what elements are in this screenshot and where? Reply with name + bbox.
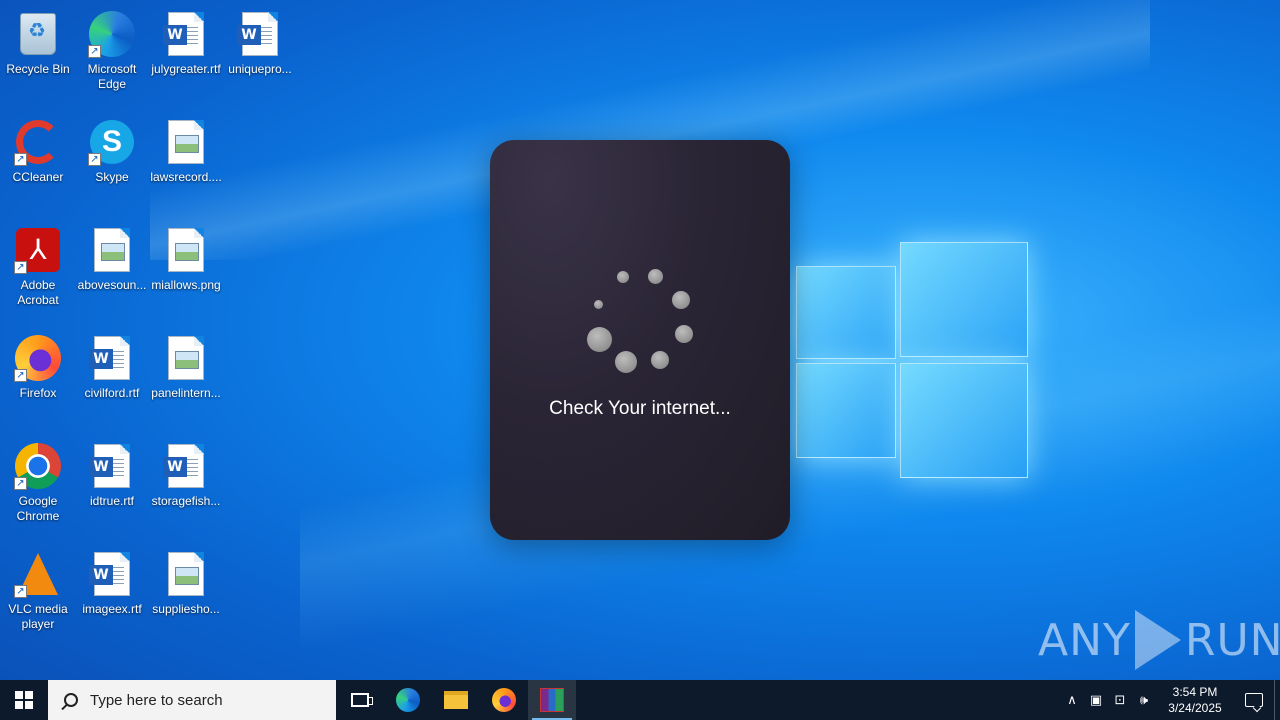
meet-now-icon[interactable]: ▣ — [1084, 680, 1108, 720]
desktop-icon-panelintern[interactable]: panelintern... — [148, 328, 224, 401]
desktop-icon-google-chrome[interactable]: ↗ Google Chrome — [0, 436, 76, 524]
taskbar-firefox-button[interactable] — [480, 680, 528, 720]
desktop-icon-label: Recycle Bin — [6, 62, 70, 76]
image-file-icon — [88, 226, 136, 274]
action-center-button[interactable] — [1234, 680, 1274, 720]
chrome-icon: ↗ — [14, 442, 62, 490]
network-icon[interactable]: ⊡ — [1108, 680, 1132, 720]
taskbar: Type here to search ∧ ▣ ⊡ 🕪 3:54 PM 3/24… — [0, 680, 1280, 720]
start-button[interactable] — [0, 680, 48, 720]
taskbar-edge-button[interactable] — [384, 680, 432, 720]
word-doc-icon: W — [88, 442, 136, 490]
desktop-icon-label: Google Chrome — [16, 494, 60, 523]
desktop-icon-skype[interactable]: S ↗ Skype — [74, 112, 150, 185]
clock-date: 3/24/2025 — [1168, 701, 1222, 715]
watermark-text-left: ANY — [1038, 614, 1131, 666]
desktop-icon-uniquepro[interactable]: W uniquepro... — [222, 4, 298, 77]
loading-spinner-icon — [490, 140, 790, 440]
desktop-icon-label: panelintern... — [151, 386, 221, 400]
firefox-icon — [492, 688, 516, 712]
system-tray: ∧ ▣ ⊡ 🕪 3:54 PM 3/24/2025 — [1060, 680, 1280, 720]
play-icon — [1134, 610, 1181, 670]
desktop-icon-label: Microsoft Edge — [87, 62, 137, 91]
desktop-icon-civilford[interactable]: W civilford.rtf — [74, 328, 150, 401]
ccleaner-icon: ↗ — [14, 118, 62, 166]
task-view-button[interactable] — [336, 680, 384, 720]
firefox-icon: ↗ — [14, 334, 62, 382]
search-icon — [64, 693, 78, 707]
desktop-icon-idtrue[interactable]: W idtrue.rtf — [74, 436, 150, 509]
winrar-icon — [540, 688, 564, 712]
desktop-icon-label: CCleaner — [12, 170, 64, 184]
edge-icon — [396, 688, 420, 712]
desktop-icon-label: Adobe Acrobat — [17, 278, 59, 307]
taskbar-search-box[interactable]: Type here to search — [48, 680, 336, 720]
desktop-icon-lawsrecord[interactable]: lawsrecord.... — [148, 112, 224, 185]
desktop-icon-label: abovesoun... — [77, 278, 147, 292]
skype-icon: S ↗ — [88, 118, 136, 166]
dialog-message: Check Your internet... — [549, 398, 731, 419]
recycle-bin-icon — [14, 10, 62, 58]
desktop-icon-label: idtrue.rtf — [89, 494, 134, 508]
desktop-icon-label: storagefish... — [151, 494, 221, 508]
task-view-icon — [351, 693, 373, 707]
desktop-icon-label: VLC media player — [8, 602, 68, 631]
desktop-icon-adobe-acrobat[interactable]: ⅄ ↗ Adobe Acrobat — [0, 220, 76, 308]
folder-icon — [444, 691, 468, 709]
word-doc-icon: W — [88, 334, 136, 382]
desktop-icon-imageex[interactable]: W imageex.rtf — [74, 544, 150, 617]
word-doc-icon: W — [162, 442, 210, 490]
desktop-icon-label: uniquepro... — [228, 62, 292, 76]
image-file-icon — [162, 118, 210, 166]
volume-icon[interactable]: 🕪 — [1132, 680, 1156, 720]
edge-icon: ↗ — [88, 10, 136, 58]
word-doc-icon: W — [88, 550, 136, 598]
taskbar-winrar-button[interactable] — [528, 680, 576, 720]
vlc-icon: ↗ — [14, 550, 62, 598]
clock[interactable]: 3:54 PM 3/24/2025 — [1156, 684, 1234, 716]
desktop-icon-label: civilford.rtf — [84, 386, 140, 400]
desktop-icon-label: imageex.rtf — [82, 602, 142, 616]
image-file-icon — [162, 226, 210, 274]
desktop-icon-label: julygreater.rtf — [151, 62, 221, 76]
windows-start-icon — [15, 691, 33, 709]
desktop-icon-ccleaner[interactable]: ↗ CCleaner — [0, 112, 76, 185]
image-file-icon — [162, 550, 210, 598]
desktop-icon-label: Skype — [95, 170, 129, 184]
taskbar-file-explorer-button[interactable] — [432, 680, 480, 720]
desktop-icon-label: miallows.png — [151, 278, 221, 292]
loading-dialog: Check Your internet... — [490, 140, 790, 540]
show-desktop-button[interactable] — [1274, 680, 1280, 720]
word-doc-icon: W — [162, 10, 210, 58]
desktop-icon-firefox[interactable]: ↗ Firefox — [0, 328, 76, 401]
word-doc-icon: W — [236, 10, 284, 58]
desktop-icon-abovesoun[interactable]: abovesoun... — [74, 220, 150, 293]
desktop-icon-microsoft-edge[interactable]: ↗ Microsoft Edge — [74, 4, 150, 92]
desktop-icon-label: lawsrecord.... — [150, 170, 222, 184]
desktop-icon-julygreater[interactable]: W julygreater.rtf — [148, 4, 224, 77]
desktop-icon-suppliesho[interactable]: suppliesho... — [148, 544, 224, 617]
desktop-icon-label: Firefox — [19, 386, 57, 400]
acrobat-icon: ⅄ ↗ — [14, 226, 62, 274]
search-placeholder: Type here to search — [90, 691, 223, 709]
image-file-icon — [162, 334, 210, 382]
desktop-icon-recycle-bin[interactable]: Recycle Bin — [0, 4, 76, 77]
desktop-icon-vlc-media-player[interactable]: ↗ VLC media player — [0, 544, 76, 632]
clock-time: 3:54 PM — [1172, 685, 1218, 699]
anyrun-watermark: ANY RUN — [1038, 608, 1280, 672]
watermark-text-right: RUN — [1184, 614, 1280, 666]
desktop-icon-storagefish[interactable]: W storagefish... — [148, 436, 224, 509]
show-hidden-icons-chevron-up-icon[interactable]: ∧ — [1060, 680, 1084, 720]
desktop-icon-miallows[interactable]: miallows.png — [148, 220, 224, 293]
notification-icon — [1245, 693, 1263, 707]
desktop-icon-label: suppliesho... — [152, 602, 220, 616]
windows-logo-wallpaper — [796, 242, 1031, 480]
